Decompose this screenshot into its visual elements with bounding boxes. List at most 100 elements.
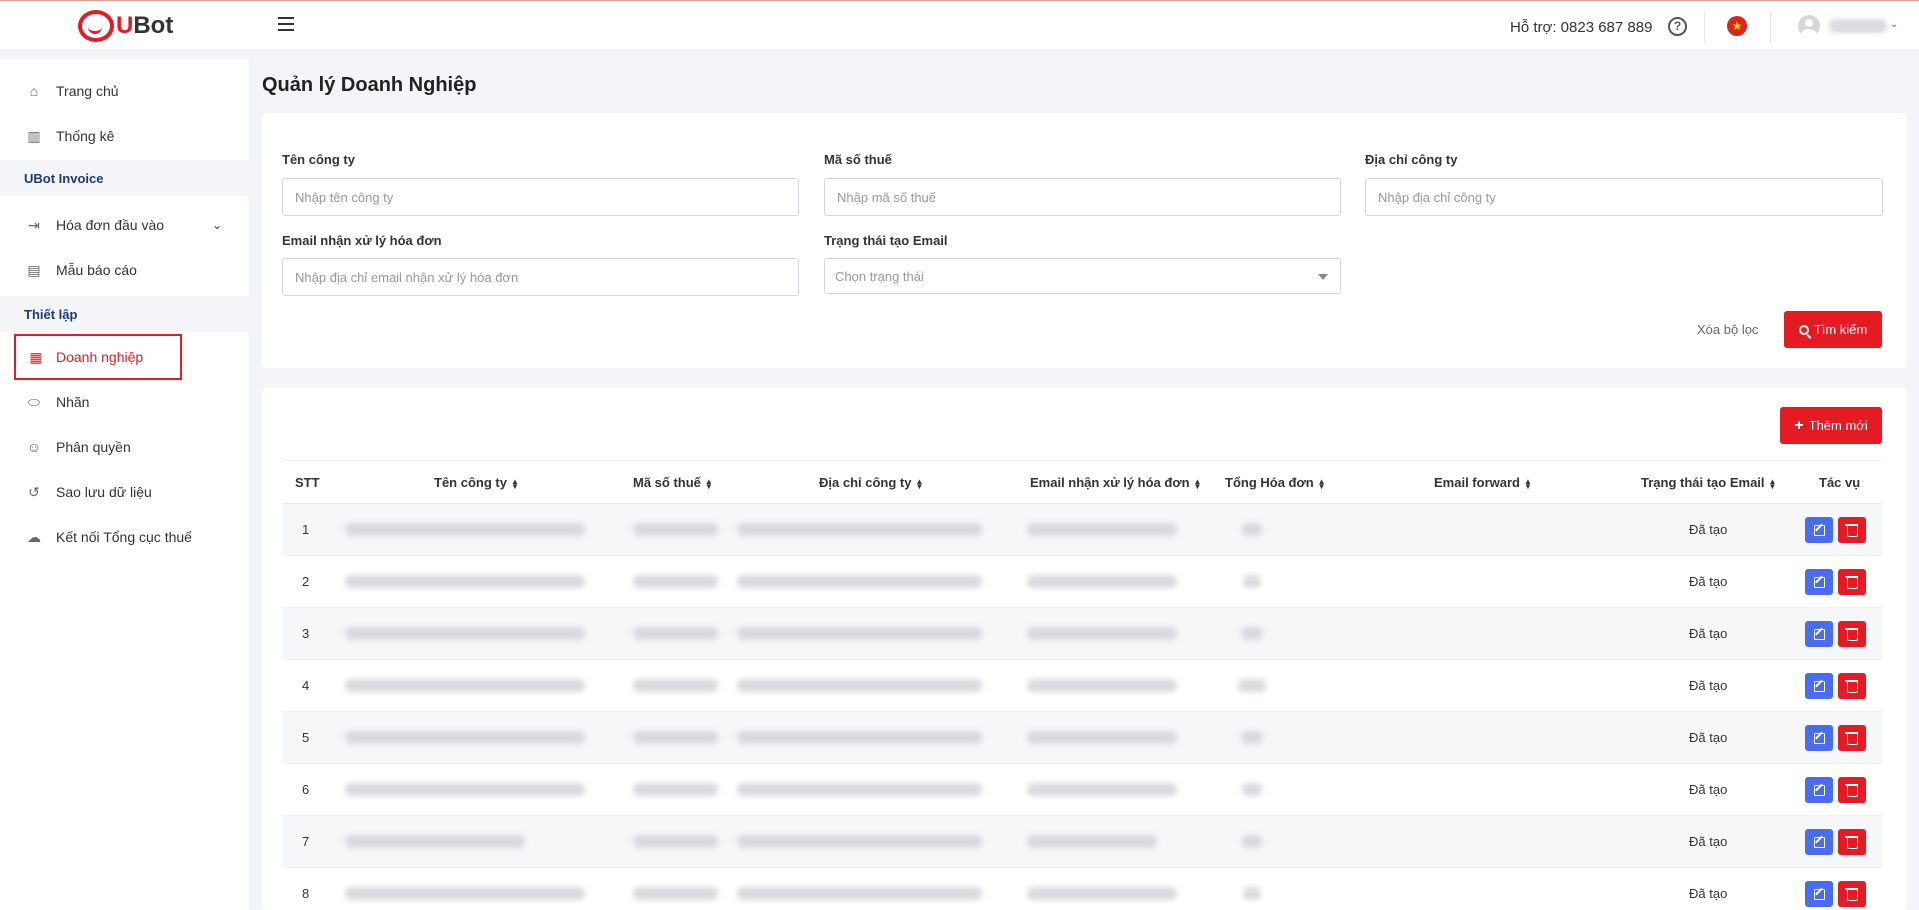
redacted-company-name [345, 783, 585, 796]
edit-icon[interactable] [1805, 829, 1833, 855]
table-header: STT Tên công ty ▲ ▼ Mã số thuế ▲ ▼ Địa chỉ c… [282, 460, 1882, 504]
table-row: 5 Đã tạo [282, 712, 1882, 764]
sidebar-item-enterprise[interactable]: ▦ Doanh nghiệp [14, 334, 182, 380]
email-status-label: Trạng thái tạo Email [824, 233, 948, 248]
tag-icon: ⬭ [28, 394, 40, 410]
row-stt: 4 [302, 678, 310, 693]
col-email-status[interactable]: Trạng thái tạo Email ▲ ▼ [1641, 475, 1776, 490]
delete-icon[interactable] [1838, 517, 1866, 543]
logo-mark-icon [78, 10, 114, 42]
company-name-input[interactable] [282, 178, 799, 216]
chart-icon: ▥ [27, 128, 41, 144]
page-title: Quản lý Doanh Nghiệp [262, 74, 477, 96]
sort-icon: ▲ ▼ [1317, 476, 1326, 491]
edit-icon[interactable] [1805, 881, 1833, 907]
chevron-down-icon: ⌄ [212, 218, 223, 232]
sort-icon: ▲ ▼ [704, 476, 713, 491]
edit-icon[interactable] [1805, 673, 1833, 699]
col-total-invoices[interactable]: Tổng Hóa đơn ▲ ▼ [1225, 475, 1326, 490]
redacted-invoice-total [1243, 887, 1261, 900]
avatar[interactable] [1798, 15, 1820, 37]
search-button[interactable]: Tìm kiếm [1784, 311, 1882, 348]
sort-icon: ▲ ▼ [1193, 476, 1202, 491]
redacted-company-name [345, 679, 585, 692]
sidebar-item-label: Kết nối Tổng cục thuế [56, 529, 192, 545]
sidebar-item-permissions[interactable]: ☺ Phân quyền [0, 427, 249, 467]
redacted-tax-code [633, 731, 718, 744]
col-email-forward[interactable]: Email forward ▲ ▼ [1434, 475, 1532, 490]
delete-icon[interactable] [1838, 829, 1866, 855]
email-input[interactable] [282, 258, 799, 296]
table-row: 3 Đã tạo [282, 608, 1882, 660]
redacted-tax-code [633, 575, 718, 588]
caret-down-icon [1318, 274, 1328, 280]
support-hotline: Hỗ trợ: 0823 687 889 [1510, 19, 1653, 36]
row-email-status: Đã tạo [1689, 886, 1728, 901]
sidebar-item-tax-connect[interactable]: ☁ Kết nối Tổng cục thuế [0, 517, 249, 557]
ubot-logo[interactable]: UBot [78, 10, 173, 42]
redacted-company-name [345, 575, 585, 588]
sort-icon: ▲ ▼ [1768, 476, 1777, 491]
sidebar-item-label: Doanh nghiệp [56, 349, 144, 365]
address-input[interactable] [1365, 178, 1883, 216]
row-stt: 6 [302, 782, 310, 797]
row-email-status: Đã tạo [1689, 678, 1728, 693]
redacted-address [737, 679, 982, 692]
delete-icon[interactable] [1838, 881, 1866, 907]
col-stt: STT [295, 475, 320, 490]
add-new-label: Thêm mới [1808, 418, 1868, 433]
section-title: UBot Invoice [24, 171, 104, 186]
logo-text: UBot [116, 12, 174, 39]
history-icon: ↺ [28, 484, 40, 500]
delete-icon[interactable] [1838, 725, 1866, 751]
edit-icon[interactable] [1805, 569, 1833, 595]
chevron-down-icon[interactable]: ⌄ [1890, 19, 1898, 30]
edit-icon[interactable] [1805, 517, 1833, 543]
delete-icon[interactable] [1838, 777, 1866, 803]
redacted-tax-code [633, 523, 718, 536]
col-tax-code[interactable]: Mã số thuế ▲ ▼ [633, 475, 713, 490]
add-new-button[interactable]: + Thêm mới [1780, 407, 1882, 444]
email-status-select[interactable]: Chọn trạng thái [824, 258, 1341, 294]
row-email-status: Đã tạo [1689, 626, 1728, 641]
redacted-email [1027, 627, 1177, 640]
redacted-address [737, 523, 982, 536]
col-address[interactable]: Địa chỉ công ty ▲ ▼ [819, 475, 923, 490]
sidebar-item-input-invoices[interactable]: ⇥ Hóa đơn đầu vào ⌄ [0, 205, 249, 245]
company-name-label: Tên công ty [282, 152, 355, 167]
delete-icon[interactable] [1838, 673, 1866, 699]
sidebar-section-settings: Thiết lập [0, 296, 249, 332]
redacted-email [1027, 835, 1157, 848]
help-icon[interactable]: ? [1668, 17, 1687, 36]
edit-icon[interactable] [1805, 621, 1833, 647]
menu-toggle-icon[interactable] [278, 17, 294, 33]
col-company-name[interactable]: Tên công ty ▲ ▼ [434, 475, 519, 490]
col-email[interactable]: Email nhận xử lý hóa đơn ▲ ▼ [1030, 475, 1201, 490]
redacted-invoice-total [1241, 731, 1263, 744]
delete-icon[interactable] [1838, 569, 1866, 595]
top-header: UBot Hỗ trợ: 0823 687 889 ? ★ ⌄ [0, 0, 1919, 51]
sidebar-item-statistics[interactable]: ▥ Thống kê [0, 116, 249, 156]
sidebar-item-label: Phân quyền [56, 439, 131, 455]
sidebar-item-report-templates[interactable]: ▤ Mẫu báo cáo [0, 250, 249, 290]
row-stt: 1 [302, 522, 310, 537]
edit-icon[interactable] [1805, 777, 1833, 803]
sidebar-item-labels[interactable]: ⬭ Nhãn [0, 382, 249, 422]
redacted-tax-code [633, 887, 718, 900]
tax-code-input[interactable] [824, 178, 1341, 216]
vietnam-flag-icon[interactable]: ★ [1727, 16, 1747, 36]
cloud-icon: ☁ [27, 529, 41, 545]
username-redacted[interactable] [1829, 19, 1887, 33]
sidebar-item-label: Trang chủ [56, 83, 119, 99]
col-actions: Tác vụ [1819, 475, 1861, 490]
delete-icon[interactable] [1838, 621, 1866, 647]
clear-filter-link[interactable]: Xóa bộ lọc [1697, 322, 1758, 337]
redacted-tax-code [633, 835, 718, 848]
edit-icon[interactable] [1805, 725, 1833, 751]
redacted-address [737, 575, 982, 588]
sidebar-item-backup[interactable]: ↺ Sao lưu dữ liệu [0, 472, 249, 512]
redacted-email [1027, 523, 1177, 536]
sidebar-item-home[interactable]: ⌂ Trang chủ [0, 71, 249, 111]
sidebar-item-label: Thống kê [56, 128, 115, 144]
plus-icon: + [1794, 416, 1804, 434]
